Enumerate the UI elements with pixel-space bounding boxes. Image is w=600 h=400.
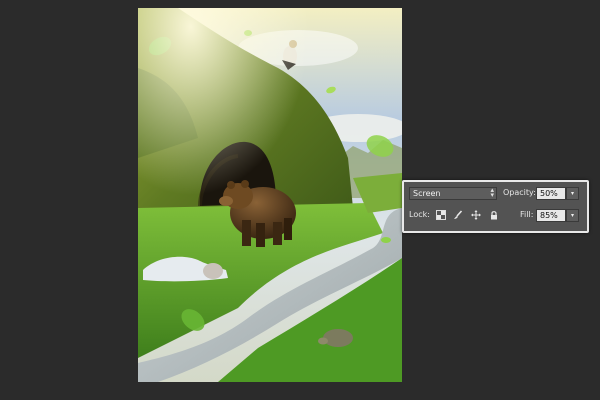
lock-all-icon[interactable] — [489, 210, 499, 220]
lock-transparent-pixels-icon[interactable] — [436, 210, 446, 220]
fill-label: Fill: — [520, 210, 534, 219]
lock-label: Lock: — [409, 210, 430, 219]
lock-image-pixels-icon[interactable] — [453, 210, 463, 220]
fill-input[interactable]: 85% — [536, 209, 566, 222]
updown-arrows-icon: ▴ ▾ — [490, 186, 494, 199]
opacity-slider-button[interactable]: ▾ — [566, 187, 579, 200]
blend-mode-value: Screen — [413, 189, 441, 198]
document-canvas-image — [138, 8, 402, 382]
fantasy-scene-artwork — [138, 8, 402, 382]
blend-mode-select[interactable]: Screen ▴ ▾ — [409, 187, 497, 200]
fill-slider-button[interactable]: ▾ — [566, 209, 579, 222]
layer-properties-panel: Screen ▴ ▾ Opacity: 50% ▾ Lock: Fill: 85%… — [402, 180, 589, 233]
opacity-input[interactable]: 50% — [536, 187, 566, 200]
opacity-label: Opacity: — [503, 188, 536, 197]
lock-position-icon[interactable] — [471, 210, 481, 220]
